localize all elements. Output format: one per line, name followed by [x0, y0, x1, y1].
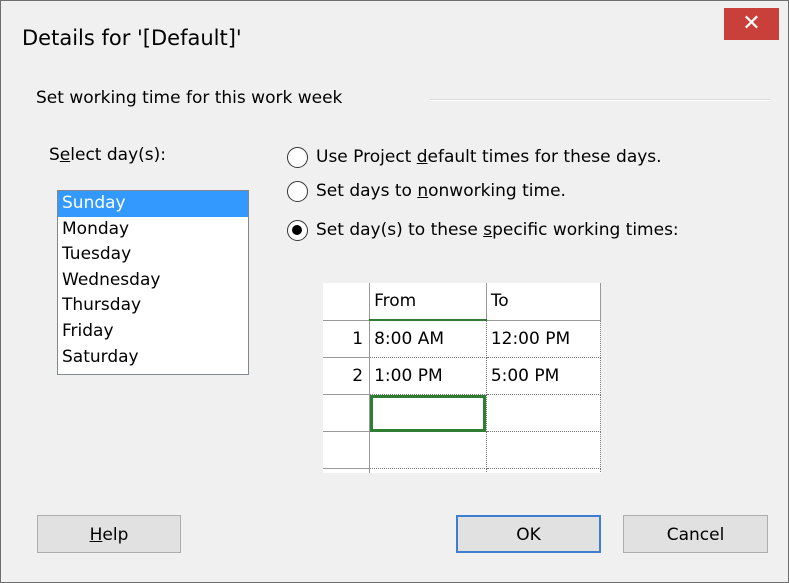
list-item-wednesday[interactable]: Wednesday	[58, 268, 248, 294]
cell-from[interactable]: 8:00 AM	[369, 320, 487, 358]
radio-specific-times[interactable]: Set day(s) to these specific working tim…	[287, 217, 679, 243]
ok-button[interactable]: OK	[456, 515, 601, 553]
cell-from-active[interactable]	[369, 394, 487, 432]
cell-to[interactable]	[486, 431, 601, 469]
row-number	[323, 431, 371, 469]
radio-nonworking[interactable]: Set days to nonworking time.	[287, 178, 566, 204]
cell-to[interactable]	[486, 394, 601, 432]
group-divider-highlight	[430, 100, 770, 101]
row-number	[323, 394, 371, 432]
radio-default-times-label: Use Project default times for these days…	[316, 147, 662, 167]
table-row: 1 8:00 AM 12:00 PM	[323, 320, 601, 358]
working-times-grid[interactable]: From To 1 8:00 AM 12:00 PM 2 1:00 PM 5:0…	[323, 283, 601, 473]
list-item-sunday[interactable]: Sunday	[58, 191, 248, 217]
cell-from[interactable]: 1:00 PM	[369, 357, 487, 395]
cell-from[interactable]	[369, 431, 487, 469]
list-item-friday[interactable]: Friday	[58, 319, 248, 345]
title-bar: Details for '[Default]' ✕	[0, 0, 787, 76]
table-row	[323, 394, 601, 432]
list-item-thursday[interactable]: Thursday	[58, 293, 248, 319]
grid-corner	[323, 283, 371, 321]
dialog-title: Details for '[Default]'	[22, 26, 242, 50]
table-row	[323, 468, 601, 473]
help-button[interactable]: Help	[37, 515, 181, 553]
cell-from[interactable]	[369, 468, 487, 473]
grid-header-row: From To	[323, 283, 601, 321]
table-row: 2 1:00 PM 5:00 PM	[323, 357, 601, 395]
list-item-saturday[interactable]: Saturday	[58, 345, 248, 371]
radio-nonworking-label: Set days to nonworking time.	[316, 181, 566, 201]
table-row	[323, 431, 601, 469]
column-header-from[interactable]: From	[369, 283, 487, 321]
radio-circle-icon[interactable]	[287, 180, 308, 202]
days-listbox[interactable]: Sunday Monday Tuesday Wednesday Thursday…	[57, 190, 249, 375]
row-number: 1	[323, 320, 371, 358]
row-number	[323, 468, 371, 473]
radio-circle-icon[interactable]	[287, 146, 308, 168]
radio-default-times[interactable]: Use Project default times for these days…	[287, 144, 662, 170]
row-number: 2	[323, 357, 371, 395]
close-button[interactable]: ✕	[724, 8, 779, 40]
cell-to[interactable]	[486, 468, 601, 473]
list-item-tuesday[interactable]: Tuesday	[58, 242, 248, 268]
list-item-monday[interactable]: Monday	[58, 217, 248, 243]
column-header-to[interactable]: To	[486, 283, 601, 321]
group-label: Set working time for this work week	[36, 88, 343, 108]
radio-specific-times-label: Set day(s) to these specific working tim…	[316, 220, 679, 240]
cell-to[interactable]: 12:00 PM	[486, 320, 601, 358]
select-days-label: Select day(s):	[49, 145, 166, 165]
cancel-button[interactable]: Cancel	[623, 515, 768, 553]
radio-checked-icon[interactable]	[287, 219, 308, 241]
close-icon: ✕	[742, 11, 761, 36]
cell-to[interactable]: 5:00 PM	[486, 357, 601, 395]
